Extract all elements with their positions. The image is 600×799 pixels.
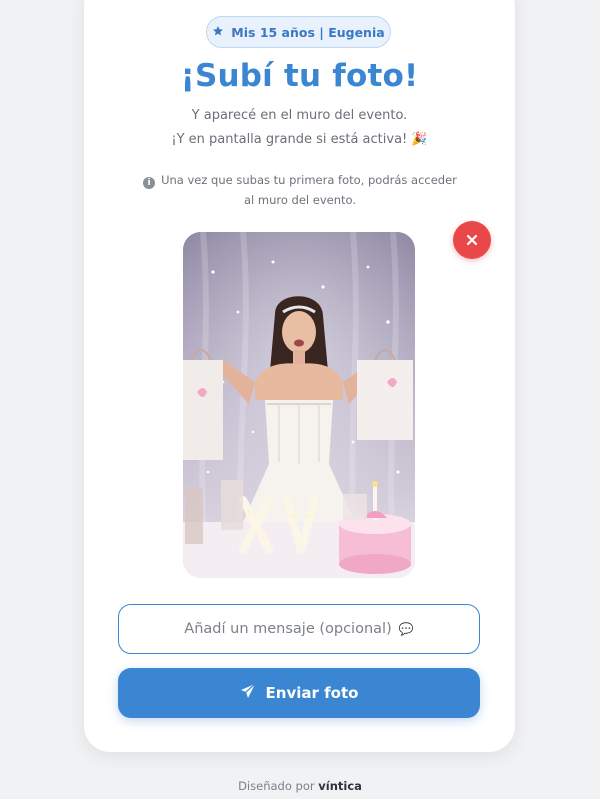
close-icon xyxy=(466,231,478,250)
party-emoji: 🎉 xyxy=(411,132,428,147)
photo-preview xyxy=(183,232,415,578)
page-title: ¡Subí tu foto! xyxy=(180,58,419,94)
subtitle-line2: ¡Y en pantalla grande si está activa! xyxy=(171,132,408,147)
event-badge: Mis 15 años | Eugenia xyxy=(206,16,391,48)
info-note-line2: al muro del evento. xyxy=(243,193,357,207)
message-input-placeholder: Añadí un mensaje (opcional) xyxy=(184,621,392,637)
subtitle-line2-wrap: ¡Y en pantalla grande si está activa! 🎉 xyxy=(84,132,515,147)
send-photo-button[interactable]: Enviar foto xyxy=(118,668,480,718)
info-icon: i xyxy=(143,177,156,189)
subtitle-line1: Y aparecé en el muro del evento. xyxy=(191,108,408,123)
star-icon xyxy=(212,25,224,40)
photo-preview-image xyxy=(183,232,415,578)
footer-prefix: Diseñado por xyxy=(238,779,315,793)
send-icon xyxy=(240,683,256,703)
send-photo-label: Enviar foto xyxy=(265,684,359,702)
speech-bubble-emoji: 💬 xyxy=(398,622,414,636)
message-input[interactable]: Añadí un mensaje (opcional) 💬 xyxy=(118,604,480,654)
event-badge-label: Mis 15 años | Eugenia xyxy=(231,24,385,40)
remove-photo-button[interactable] xyxy=(453,221,491,259)
footer-brand-link[interactable]: víntica xyxy=(318,779,362,793)
info-note: i Una vez que subas tu primera foto, podr… xyxy=(120,170,480,190)
footer-credit: Diseñado por víntica xyxy=(0,779,600,793)
info-note-line1: Una vez que subas tu primera foto, podrá… xyxy=(161,173,457,187)
